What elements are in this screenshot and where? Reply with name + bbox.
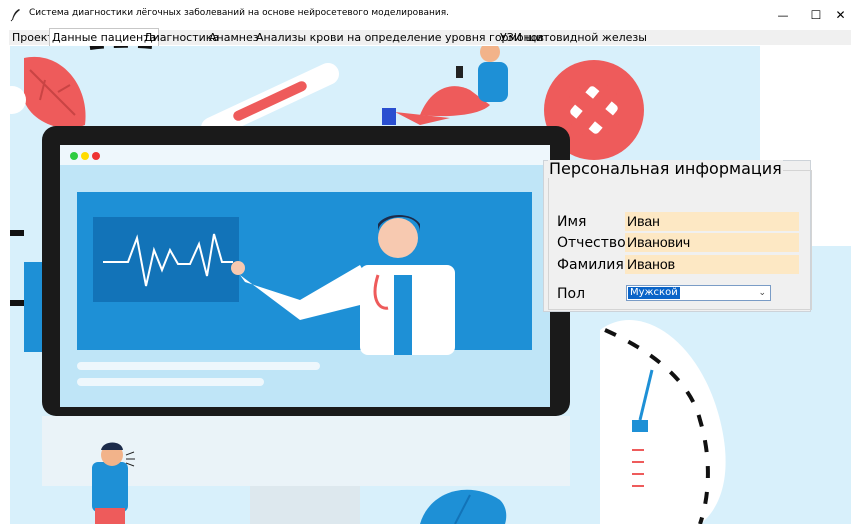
last-name-field[interactable]	[625, 255, 799, 274]
sex-selected-value: Мужской	[628, 287, 680, 299]
minimize-icon: —	[777, 8, 789, 22]
tab-thyroid-ultrasound[interactable]: УЗИ щитовидной железы	[498, 31, 649, 45]
feather-icon	[10, 9, 20, 22]
close-icon: ✕	[835, 8, 846, 22]
first-name-field[interactable]	[625, 212, 799, 231]
maximize-icon: ☐	[810, 8, 822, 22]
last-name-label: Фамилия	[557, 257, 624, 273]
tab-anamnesis[interactable]: Анамнез	[207, 31, 261, 45]
patronymic-label: Отчество	[557, 235, 626, 251]
maximize-button[interactable]: ☐	[799, 0, 833, 30]
sex-select[interactable]: Мужской ⌄	[626, 285, 771, 301]
window-border	[0, 30, 10, 524]
personal-info-title: Персональная информация	[548, 159, 783, 178]
close-button[interactable]: ✕	[830, 0, 851, 30]
app-window: Система диагностики лёгочных заболеваний…	[0, 0, 851, 524]
first-name-label: Имя	[557, 214, 587, 230]
patronymic-field[interactable]	[625, 233, 799, 252]
sex-label: Пол	[557, 286, 586, 302]
title-bar: Система диагностики лёгочных заболеваний…	[0, 0, 851, 30]
minimize-button[interactable]: —	[766, 0, 800, 30]
chevron-down-icon: ⌄	[758, 288, 766, 298]
window-title: Система диагностики лёгочных заболеваний…	[29, 8, 450, 18]
